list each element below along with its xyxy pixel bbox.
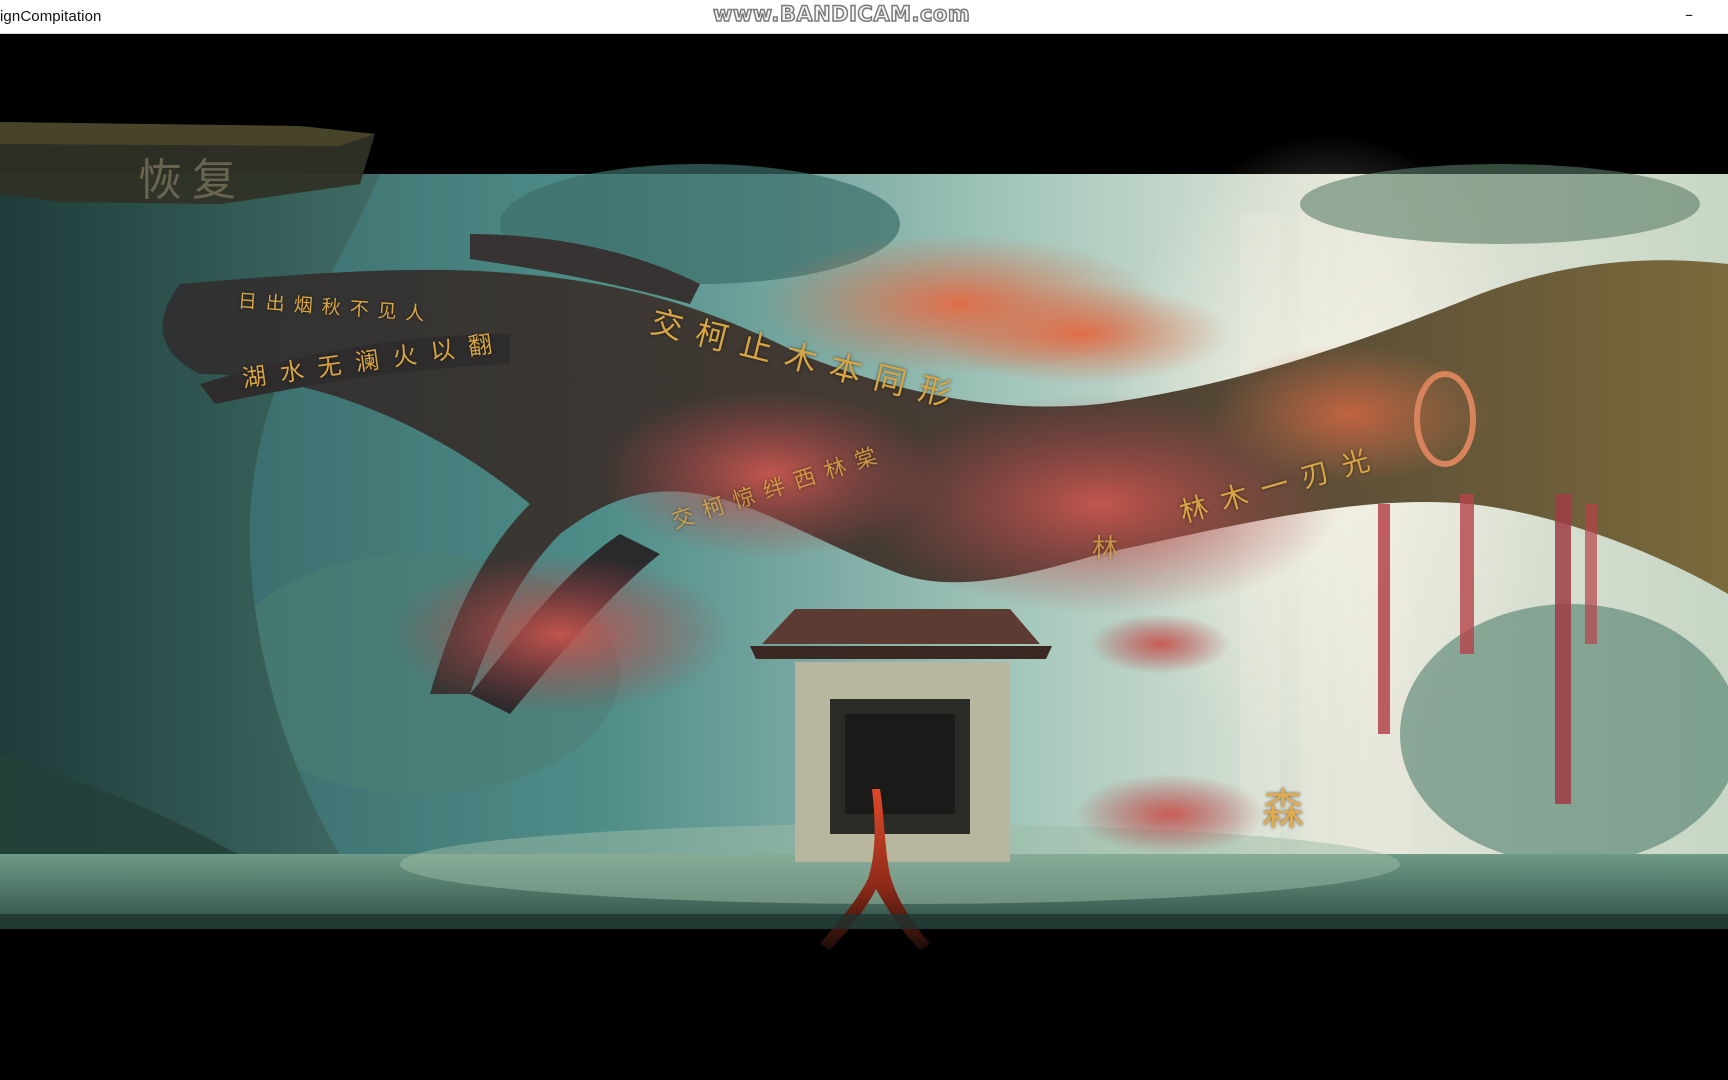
hanging-vine — [1460, 494, 1474, 654]
title-bar: ignCompitation www.BANDICAM.com – — [0, 0, 1728, 34]
shrine — [750, 609, 1052, 862]
shrine-inner — [845, 714, 955, 814]
forest-glyph-pickup[interactable]: 森 — [1262, 776, 1304, 837]
red-foliage — [1090, 614, 1230, 674]
window-title: ignCompitation — [0, 8, 102, 25]
red-foliage — [390, 554, 730, 714]
hanging-vine — [1555, 494, 1571, 804]
hanging-vine — [1378, 504, 1390, 734]
inscription-6: 林 — [1092, 534, 1119, 564]
bandicam-watermark: www.BANDICAM.com — [712, 1, 971, 27]
red-foliage — [930, 284, 1230, 384]
ground-shadow — [0, 914, 1728, 929]
red-foliage — [1075, 774, 1265, 854]
restore-label[interactable]: 恢复 — [138, 144, 246, 208]
game-window: ignCompitation www.BANDICAM.com – 恢复 日出烟… — [0, 0, 1728, 1080]
teal-foliage — [1300, 164, 1700, 244]
minimize-button[interactable]: – — [1678, 3, 1700, 27]
hanging-vine — [1585, 504, 1597, 644]
restore-banner-edge — [0, 122, 375, 146]
forest-scene — [0, 122, 1728, 950]
shrine-eave — [750, 646, 1052, 659]
game-viewport[interactable]: 恢复 日出烟秋不见人 湖水无澜火以翻 交柯止木本同形 交柯惊绊西林棠 林木一刃光… — [0, 34, 1728, 1080]
shrine-roof — [762, 609, 1040, 644]
